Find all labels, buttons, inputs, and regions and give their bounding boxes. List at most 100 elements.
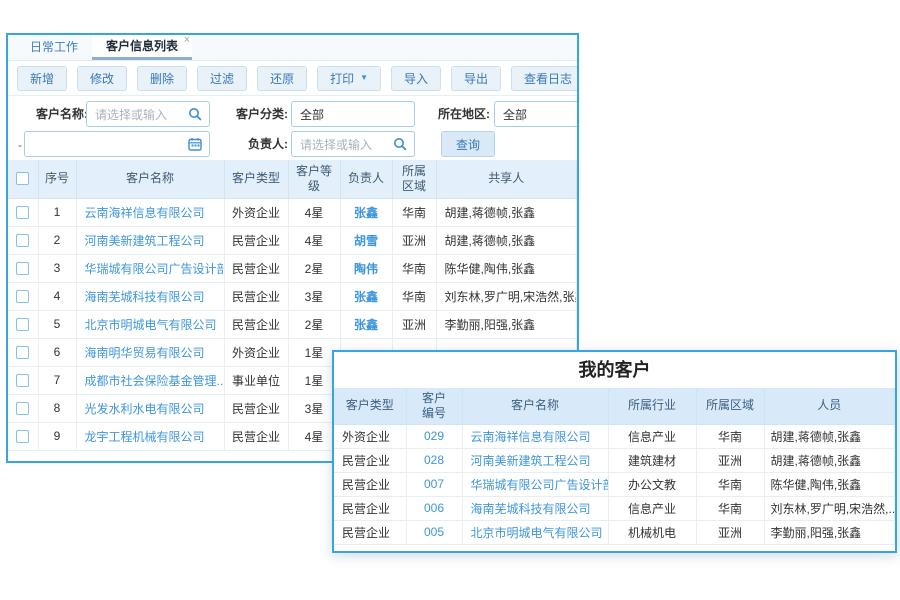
toolbar-button[interactable]: 过滤 — [197, 66, 247, 91]
customer-name-link[interactable]: 成都市社会保险基金管理... — [85, 374, 225, 388]
customer-name-cell: 河南美新建筑工程公司 — [462, 448, 608, 472]
row-no: 2 — [38, 226, 76, 254]
select-all-checkbox[interactable] — [16, 172, 29, 185]
customer-name-cell: 海南芜城科技有限公司 — [462, 496, 608, 520]
customer-name-link[interactable]: 龙宇工程机械有限公司 — [85, 430, 205, 444]
checkbox-cell — [8, 366, 38, 394]
header-staff: 人员 — [764, 388, 895, 424]
staff-cell: 陈华健,陶伟,张鑫 — [764, 472, 895, 496]
row-checkbox[interactable] — [16, 430, 29, 443]
customer-name-link[interactable]: 云南海祥信息有限公司 — [471, 430, 591, 444]
owner-link[interactable]: 张鑫 — [354, 290, 378, 304]
customer-name-cell: 华瑞城有限公司广告设计部 — [462, 472, 608, 496]
toolbar-button[interactable]: 打印 ▼ — [317, 66, 381, 91]
customer-name-link[interactable]: 北京市明城电气有限公司 — [85, 318, 217, 332]
search-icon[interactable] — [187, 106, 203, 122]
toolbar-button[interactable]: 删除 — [137, 66, 187, 91]
query-button[interactable]: 查询 — [441, 131, 495, 157]
table-row[interactable]: 2 河南美新建筑工程公司 民营企业 4星 胡雪 亚洲 胡建,蒋德帧,张鑫 — [8, 226, 577, 254]
toolbar-button-label: 过滤 — [210, 70, 234, 87]
customer-name-cell: 海南明华贸易有限公司 — [76, 338, 224, 366]
tab-daily-work[interactable]: 日常工作 — [16, 35, 92, 60]
owner-cell: 张鑫 — [340, 282, 392, 310]
row-checkbox[interactable] — [16, 402, 29, 415]
toolbar: 新增 修改 删除 过滤 还原 打印 — [8, 61, 577, 96]
table-row[interactable]: 外资企业 029 云南海祥信息有限公司 信息产业 华南 胡建,蒋德帧,张鑫 — [334, 424, 895, 448]
owner-cell: 张鑫 — [340, 198, 392, 226]
checkbox-cell — [8, 226, 38, 254]
region-cell: 华南 — [392, 254, 436, 282]
table-row[interactable]: 3 华瑞城有限公司广告设计部 民营企业 2星 陶伟 华南 陈华健,陶伟,张鑫 — [8, 254, 577, 282]
placeholder-text: 请选择或输入 — [300, 136, 372, 153]
row-checkbox[interactable] — [16, 290, 29, 303]
owner-link[interactable]: 张鑫 — [354, 206, 378, 220]
industry-cell: 信息产业 — [608, 496, 696, 520]
customer-name-input[interactable]: 请选择或输入 — [86, 101, 210, 127]
toolbar-button[interactable]: 修改 — [77, 66, 127, 91]
toolbar-button[interactable]: 查看日志 — [511, 66, 579, 91]
customer-code-link[interactable]: 006 — [424, 501, 444, 515]
row-checkbox[interactable] — [16, 234, 29, 247]
close-icon[interactable]: × — [184, 35, 190, 46]
customer-type-cell: 民营企业 — [334, 520, 406, 544]
region-cell: 华南 — [392, 282, 436, 310]
checkbox-cell — [8, 310, 38, 338]
table-row[interactable]: 民营企业 005 北京市明城电气有限公司 机械机电 亚洲 李勤丽,阳强,张鑫 — [334, 520, 895, 544]
table-row[interactable]: 5 北京市明城电气有限公司 民营企业 2星 张鑫 亚洲 李勤丽,阳强,张鑫 — [8, 310, 577, 338]
customer-level-cell: 2星 — [288, 254, 340, 282]
table-row[interactable]: 民营企业 007 华瑞城有限公司广告设计部 办公文教 华南 陈华健,陶伟,张鑫 — [334, 472, 895, 496]
calendar-icon[interactable] — [187, 136, 203, 152]
table-row[interactable]: 1 云南海祥信息有限公司 外资企业 4星 张鑫 华南 胡建,蒋德帧,张鑫 — [8, 198, 577, 226]
customer-code-link[interactable]: 028 — [424, 453, 444, 467]
checkbox-cell — [8, 254, 38, 282]
customer-code-link[interactable]: 007 — [424, 477, 444, 491]
owner-link[interactable]: 陶伟 — [354, 262, 378, 276]
customer-name-link[interactable]: 北京市明城电气有限公司 — [471, 526, 603, 540]
toolbar-button-label: 查看日志 — [524, 70, 572, 87]
customer-name-link[interactable]: 海南芜城科技有限公司 — [85, 290, 205, 304]
tab-customer-list[interactable]: 客户信息列表 × — [92, 35, 192, 60]
customer-code-link[interactable]: 029 — [424, 429, 444, 443]
owner-link[interactable]: 张鑫 — [354, 318, 378, 332]
row-checkbox[interactable] — [16, 318, 29, 331]
toolbar-button[interactable]: 导出 — [451, 66, 501, 91]
checkbox-cell — [8, 198, 38, 226]
table-row[interactable]: 4 海南芜城科技有限公司 民营企业 3星 张鑫 华南 刘东林,罗广明,宋浩然,张… — [8, 282, 577, 310]
row-no: 5 — [38, 310, 76, 338]
customer-name-link[interactable]: 华瑞城有限公司广告设计部 — [85, 262, 225, 276]
owner-cell: 陶伟 — [340, 254, 392, 282]
customer-code-link[interactable]: 005 — [424, 525, 444, 539]
row-checkbox[interactable] — [16, 374, 29, 387]
customer-name-link[interactable]: 海南芜城科技有限公司 — [471, 502, 591, 516]
selected-value: 全部 — [503, 106, 527, 123]
toolbar-button-label: 导入 — [404, 70, 428, 87]
owner-link[interactable]: 胡雪 — [354, 234, 378, 248]
region-cell: 亚洲 — [696, 520, 764, 544]
table-row[interactable]: 民营企业 028 河南美新建筑工程公司 建筑建材 亚洲 胡建,蒋德帧,张鑫 — [334, 448, 895, 472]
customer-name-cell: 北京市明城电气有限公司 — [76, 310, 224, 338]
toolbar-button[interactable]: 还原 — [257, 66, 307, 91]
region-select[interactable]: 全部 — [494, 101, 579, 127]
customer-name-link[interactable]: 海南明华贸易有限公司 — [85, 346, 205, 360]
date-input[interactable] — [24, 131, 210, 157]
customer-code-cell: 028 — [406, 448, 462, 472]
search-icon[interactable] — [392, 136, 408, 152]
customer-name-link[interactable]: 华瑞城有限公司广告设计部 — [471, 478, 609, 492]
customer-category-select[interactable]: 全部 — [291, 101, 415, 127]
region-cell: 亚洲 — [696, 448, 764, 472]
customer-name-link[interactable]: 光发水利水电有限公司 — [85, 402, 205, 416]
customer-name-link[interactable]: 河南美新建筑工程公司 — [471, 454, 591, 468]
table-row[interactable]: 民营企业 006 海南芜城科技有限公司 信息产业 华南 刘东林,罗广明,宋浩然,… — [334, 496, 895, 520]
owner-input[interactable]: 请选择或输入 — [291, 131, 415, 157]
header-industry: 所属行业 — [608, 388, 696, 424]
row-checkbox[interactable] — [16, 262, 29, 275]
customer-type-cell: 外资企业 — [224, 198, 288, 226]
row-checkbox[interactable] — [16, 206, 29, 219]
row-checkbox[interactable] — [16, 346, 29, 359]
toolbar-button[interactable]: 新增 — [17, 66, 67, 91]
customer-name-link[interactable]: 云南海祥信息有限公司 — [85, 206, 205, 220]
toolbar-button[interactable]: 导入 — [391, 66, 441, 91]
customer-name-cell: 北京市明城电气有限公司 — [462, 520, 608, 544]
customer-name-link[interactable]: 河南美新建筑工程公司 — [85, 234, 205, 248]
header-region: 所属区域 — [392, 160, 436, 198]
